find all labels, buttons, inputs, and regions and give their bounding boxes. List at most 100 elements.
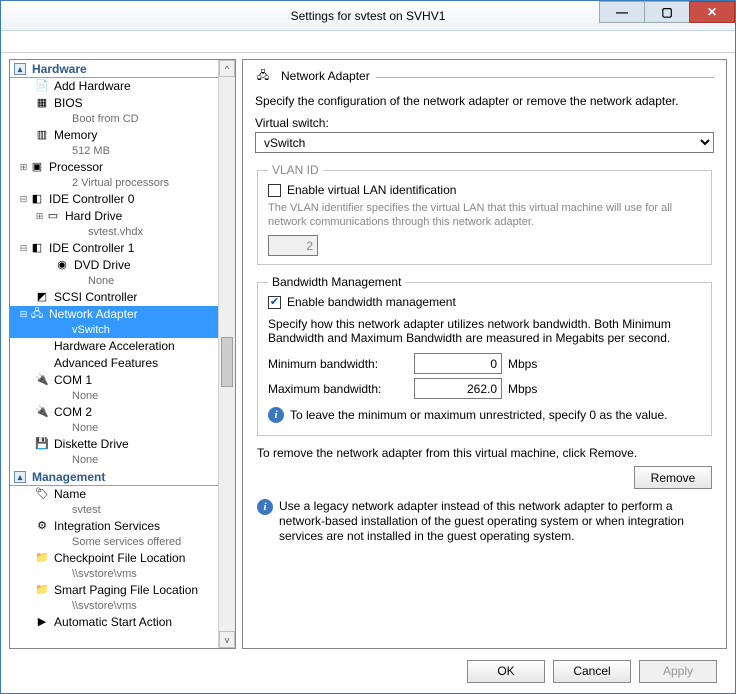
tree-name[interactable]: 🏷Name: [10, 486, 218, 503]
cpu-icon: ▣: [29, 160, 45, 176]
tree-network-sub: vSwitch: [10, 323, 218, 338]
max-bandwidth-input[interactable]: [414, 378, 502, 399]
tree-com2-sub: None: [10, 421, 218, 436]
folder-icon: 📁: [34, 583, 50, 599]
network-icon: 🖧: [255, 68, 271, 84]
remove-button[interactable]: Remove: [634, 466, 712, 489]
tree-processor[interactable]: ⊞▣Processor: [10, 159, 218, 176]
info-icon: i: [257, 499, 273, 515]
dialog-footer: OK Cancel Apply: [1, 649, 735, 693]
min-bandwidth-input[interactable]: [414, 353, 502, 374]
tree-integration[interactable]: ⚙Integration Services: [10, 518, 218, 535]
add-hardware-icon: 📄: [34, 79, 50, 95]
collapse-icon[interactable]: ⊟: [18, 307, 29, 322]
collapse-icon[interactable]: ⊟: [18, 241, 29, 256]
cancel-button[interactable]: Cancel: [553, 660, 631, 683]
panel-description: Specify the configuration of the network…: [255, 94, 714, 108]
vlan-help-text: The VLAN identifier specifies the virtua…: [268, 201, 701, 229]
bandwidth-info: To leave the minimum or maximum unrestri…: [290, 408, 667, 422]
bandwidth-description: Specify how this network adapter utilize…: [268, 317, 701, 345]
remove-description: To remove the network adapter from this …: [257, 446, 714, 460]
tree-ide1[interactable]: ⊟◧IDE Controller 1: [10, 240, 218, 257]
mbps-unit: Mbps: [508, 382, 537, 396]
tree-auto-start[interactable]: ▶Automatic Start Action: [10, 614, 218, 631]
settings-window: Settings for svtest on SVHV1 — ▢ ✕ ▴Hard…: [0, 0, 736, 694]
section-hardware[interactable]: ▴Hardware: [10, 60, 218, 78]
tree-checkpoint[interactable]: 📁Checkpoint File Location: [10, 550, 218, 567]
folder-icon: 📁: [34, 551, 50, 567]
scsi-icon: ◩: [34, 290, 50, 306]
services-icon: ⚙: [34, 519, 50, 535]
tree-com2[interactable]: 🔌COM 2: [10, 404, 218, 421]
harddisk-icon: ▭: [45, 209, 61, 225]
panel-title: Network Adapter: [281, 69, 370, 83]
tree-com1-sub: None: [10, 389, 218, 404]
tree-hard-drive-sub: svtest.vhdx: [10, 225, 218, 240]
close-button[interactable]: ✕: [689, 1, 735, 23]
section-management[interactable]: ▴Management: [10, 468, 218, 486]
tree-network-adapter[interactable]: ⊟🖧Network Adapter: [10, 306, 218, 323]
tree-checkpoint-sub: \\svstore\vms: [10, 567, 218, 582]
scroll-track[interactable]: [219, 77, 235, 631]
expand-icon[interactable]: ⊞: [34, 209, 45, 224]
expand-icon[interactable]: ⊞: [18, 160, 29, 175]
tree-smart-paging[interactable]: 📁Smart Paging File Location: [10, 582, 218, 599]
vlan-enable-checkbox[interactable]: [268, 184, 281, 197]
info-icon: i: [268, 407, 284, 423]
virtual-switch-label: Virtual switch:: [255, 116, 714, 130]
tree-adv-features[interactable]: Advanced Features: [10, 355, 218, 372]
apply-button[interactable]: Apply: [639, 660, 717, 683]
tree-add-hardware[interactable]: 📄Add Hardware: [10, 78, 218, 95]
tree-ide0[interactable]: ⊟◧IDE Controller 0: [10, 191, 218, 208]
tree-smart-paging-sub: \\svstore\vms: [10, 599, 218, 614]
tree-dvd[interactable]: ◉DVD Drive: [10, 257, 218, 274]
tree-hw-accel[interactable]: Hardware Acceleration: [10, 338, 218, 355]
tree-memory-sub: 512 MB: [10, 144, 218, 159]
divider: [376, 77, 714, 78]
bandwidth-enable-label: Enable bandwidth management: [287, 295, 456, 309]
serial-port-icon: 🔌: [34, 373, 50, 389]
tree-diskette[interactable]: 💾Diskette Drive: [10, 436, 218, 453]
network-icon: 🖧: [29, 307, 45, 323]
min-bandwidth-label: Minimum bandwidth:: [268, 357, 408, 371]
bandwidth-group: Bandwidth Management Enable bandwidth ma…: [257, 275, 712, 436]
bandwidth-enable-row[interactable]: Enable bandwidth management: [268, 295, 701, 309]
tag-icon: 🏷: [34, 487, 50, 503]
tree-integration-sub: Some services offered: [10, 535, 218, 550]
chevron-up-icon: ▴: [14, 63, 26, 75]
vlan-legend: VLAN ID: [268, 163, 323, 177]
tree-hard-drive[interactable]: ⊞▭Hard Drive: [10, 208, 218, 225]
minimize-button[interactable]: —: [599, 1, 645, 23]
hardware-tree[interactable]: ▴Hardware 📄Add Hardware ▦BIOS Boot from …: [10, 60, 218, 648]
ok-button[interactable]: OK: [467, 660, 545, 683]
hardware-tree-panel: ▴Hardware 📄Add Hardware ▦BIOS Boot from …: [9, 59, 236, 649]
tree-scsi[interactable]: ◩SCSI Controller: [10, 289, 218, 306]
tree-name-sub: svtest: [10, 503, 218, 518]
bandwidth-enable-checkbox[interactable]: [268, 296, 281, 309]
titlebar[interactable]: Settings for svtest on SVHV1 — ▢ ✕: [1, 1, 735, 31]
tree-dvd-sub: None: [10, 274, 218, 289]
scroll-up-button[interactable]: ^: [219, 60, 235, 77]
collapse-icon[interactable]: ⊟: [18, 192, 29, 207]
dvd-icon: ◉: [54, 258, 70, 274]
mbps-unit: Mbps: [508, 357, 537, 371]
tree-memory[interactable]: ▥Memory: [10, 127, 218, 144]
tree-processor-sub: 2 Virtual processors: [10, 176, 218, 191]
scroll-down-button[interactable]: v: [219, 631, 235, 648]
legacy-adapter-info: Use a legacy network adapter instead of …: [279, 499, 712, 544]
scroll-thumb[interactable]: [221, 337, 233, 387]
start-action-icon: ▶: [34, 615, 50, 631]
window-title: Settings for svtest on SVHV1: [291, 9, 446, 23]
tree-diskette-sub: None: [10, 453, 218, 468]
virtual-switch-select[interactable]: vSwitch: [255, 132, 714, 153]
vlan-group: VLAN ID Enable virtual LAN identificatio…: [257, 163, 712, 265]
vlan-enable-label: Enable virtual LAN identification: [287, 183, 456, 197]
vlan-id-input: [268, 235, 318, 256]
maximize-button[interactable]: ▢: [644, 1, 690, 23]
controller-icon: ◧: [29, 241, 45, 257]
tree-bios[interactable]: ▦BIOS: [10, 95, 218, 112]
vlan-enable-row[interactable]: Enable virtual LAN identification: [268, 183, 701, 197]
tree-com1[interactable]: 🔌COM 1: [10, 372, 218, 389]
network-adapter-panel: 🖧 Network Adapter Specify the configurat…: [242, 59, 727, 649]
tree-scrollbar[interactable]: ^ v: [218, 60, 235, 648]
